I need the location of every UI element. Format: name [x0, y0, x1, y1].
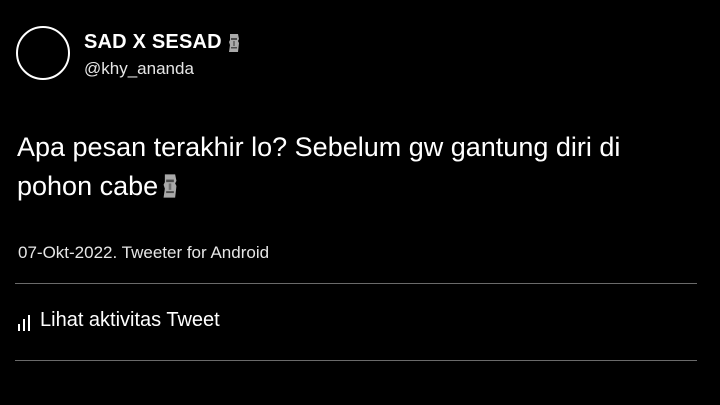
divider [15, 360, 697, 361]
moai-icon [228, 33, 239, 52]
tweet-meta: 07-Okt-2022. Tweeter for Android [18, 243, 270, 262]
divider [15, 283, 697, 284]
moai-icon [163, 174, 177, 198]
display-name: SAD X SESAD [84, 31, 222, 53]
bar-chart-icon [18, 314, 30, 331]
tweet-text: Apa pesan terakhir lo? Sebelum gw gantun… [17, 128, 697, 206]
user-handle[interactable]: @khy_ananda [84, 59, 194, 79]
avatar[interactable] [16, 26, 70, 80]
view-activity-label: Lihat aktivitas Tweet [40, 309, 220, 331]
display-name-row[interactable]: SAD X SESAD [84, 31, 241, 54]
tweet-body: Apa pesan terakhir lo? Sebelum gw gantun… [17, 132, 621, 201]
view-activity-button[interactable]: Lihat aktivitas Tweet [18, 309, 220, 332]
